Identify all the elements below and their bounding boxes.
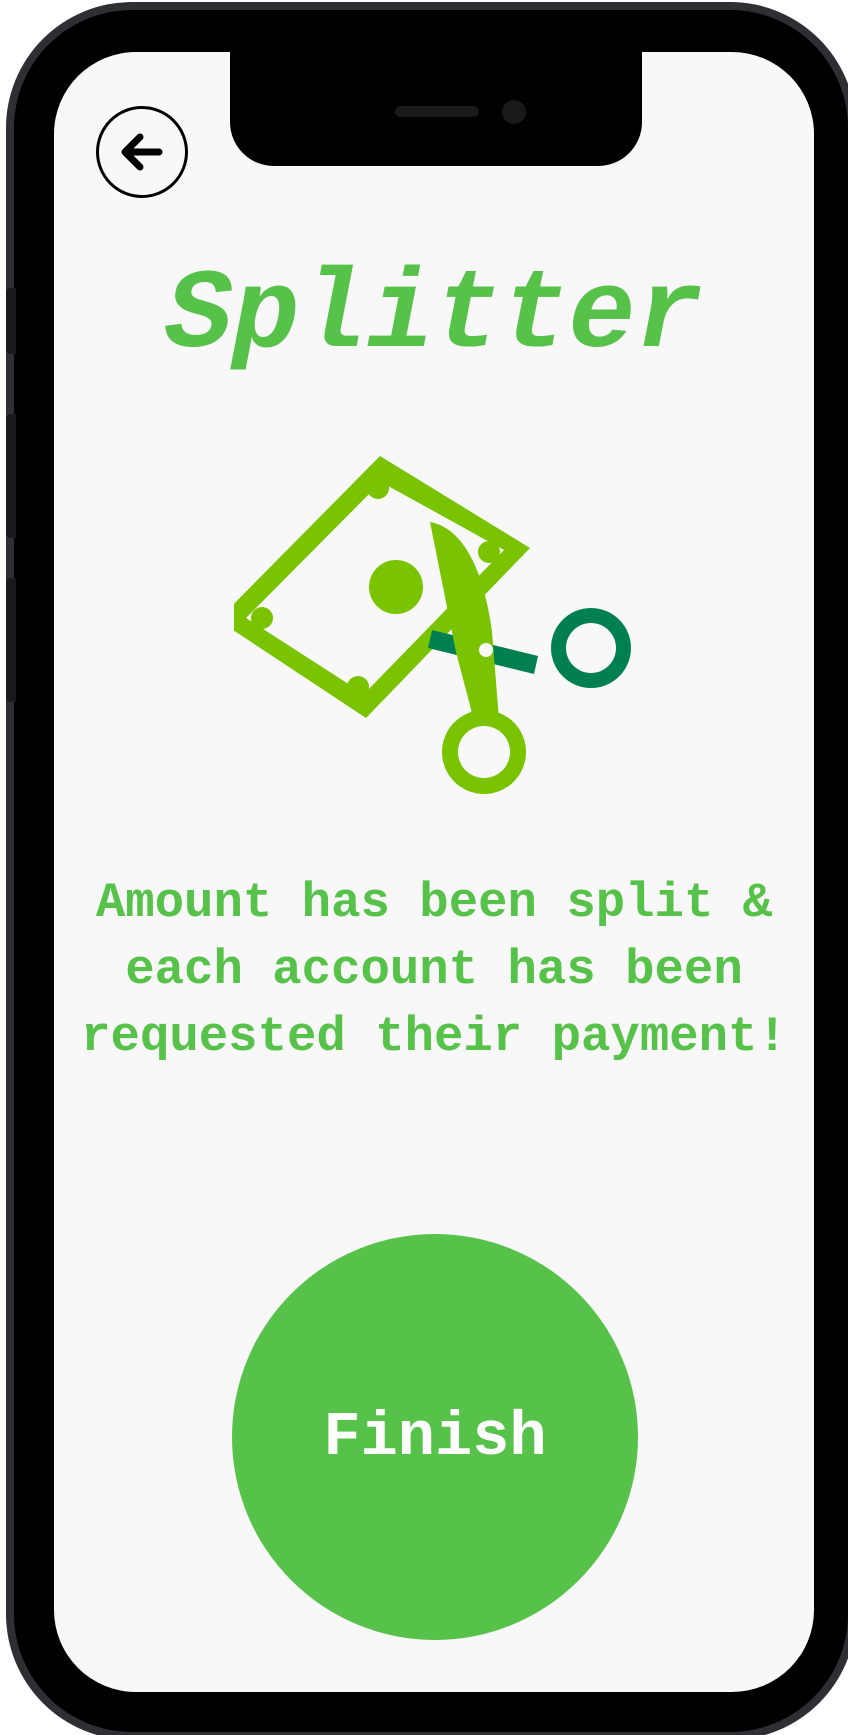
phone-notch — [230, 52, 642, 166]
arrow-left-icon — [121, 133, 163, 171]
app-screen: Splitter Amount has been split & each ac… — [54, 52, 814, 1692]
volume-up-button — [6, 414, 16, 538]
front-camera — [502, 100, 526, 124]
finish-button-label: Finish — [323, 1401, 547, 1473]
mute-switch — [6, 288, 16, 354]
money-scissors-icon — [234, 456, 631, 794]
app-title: Splitter — [165, 253, 703, 380]
speaker-grille — [395, 106, 479, 117]
back-button[interactable] — [96, 106, 188, 198]
finish-button[interactable]: Finish — [232, 1234, 638, 1640]
split-confirmation-message: Amount has been split & each account has… — [81, 875, 787, 1065]
volume-down-button — [6, 578, 16, 702]
